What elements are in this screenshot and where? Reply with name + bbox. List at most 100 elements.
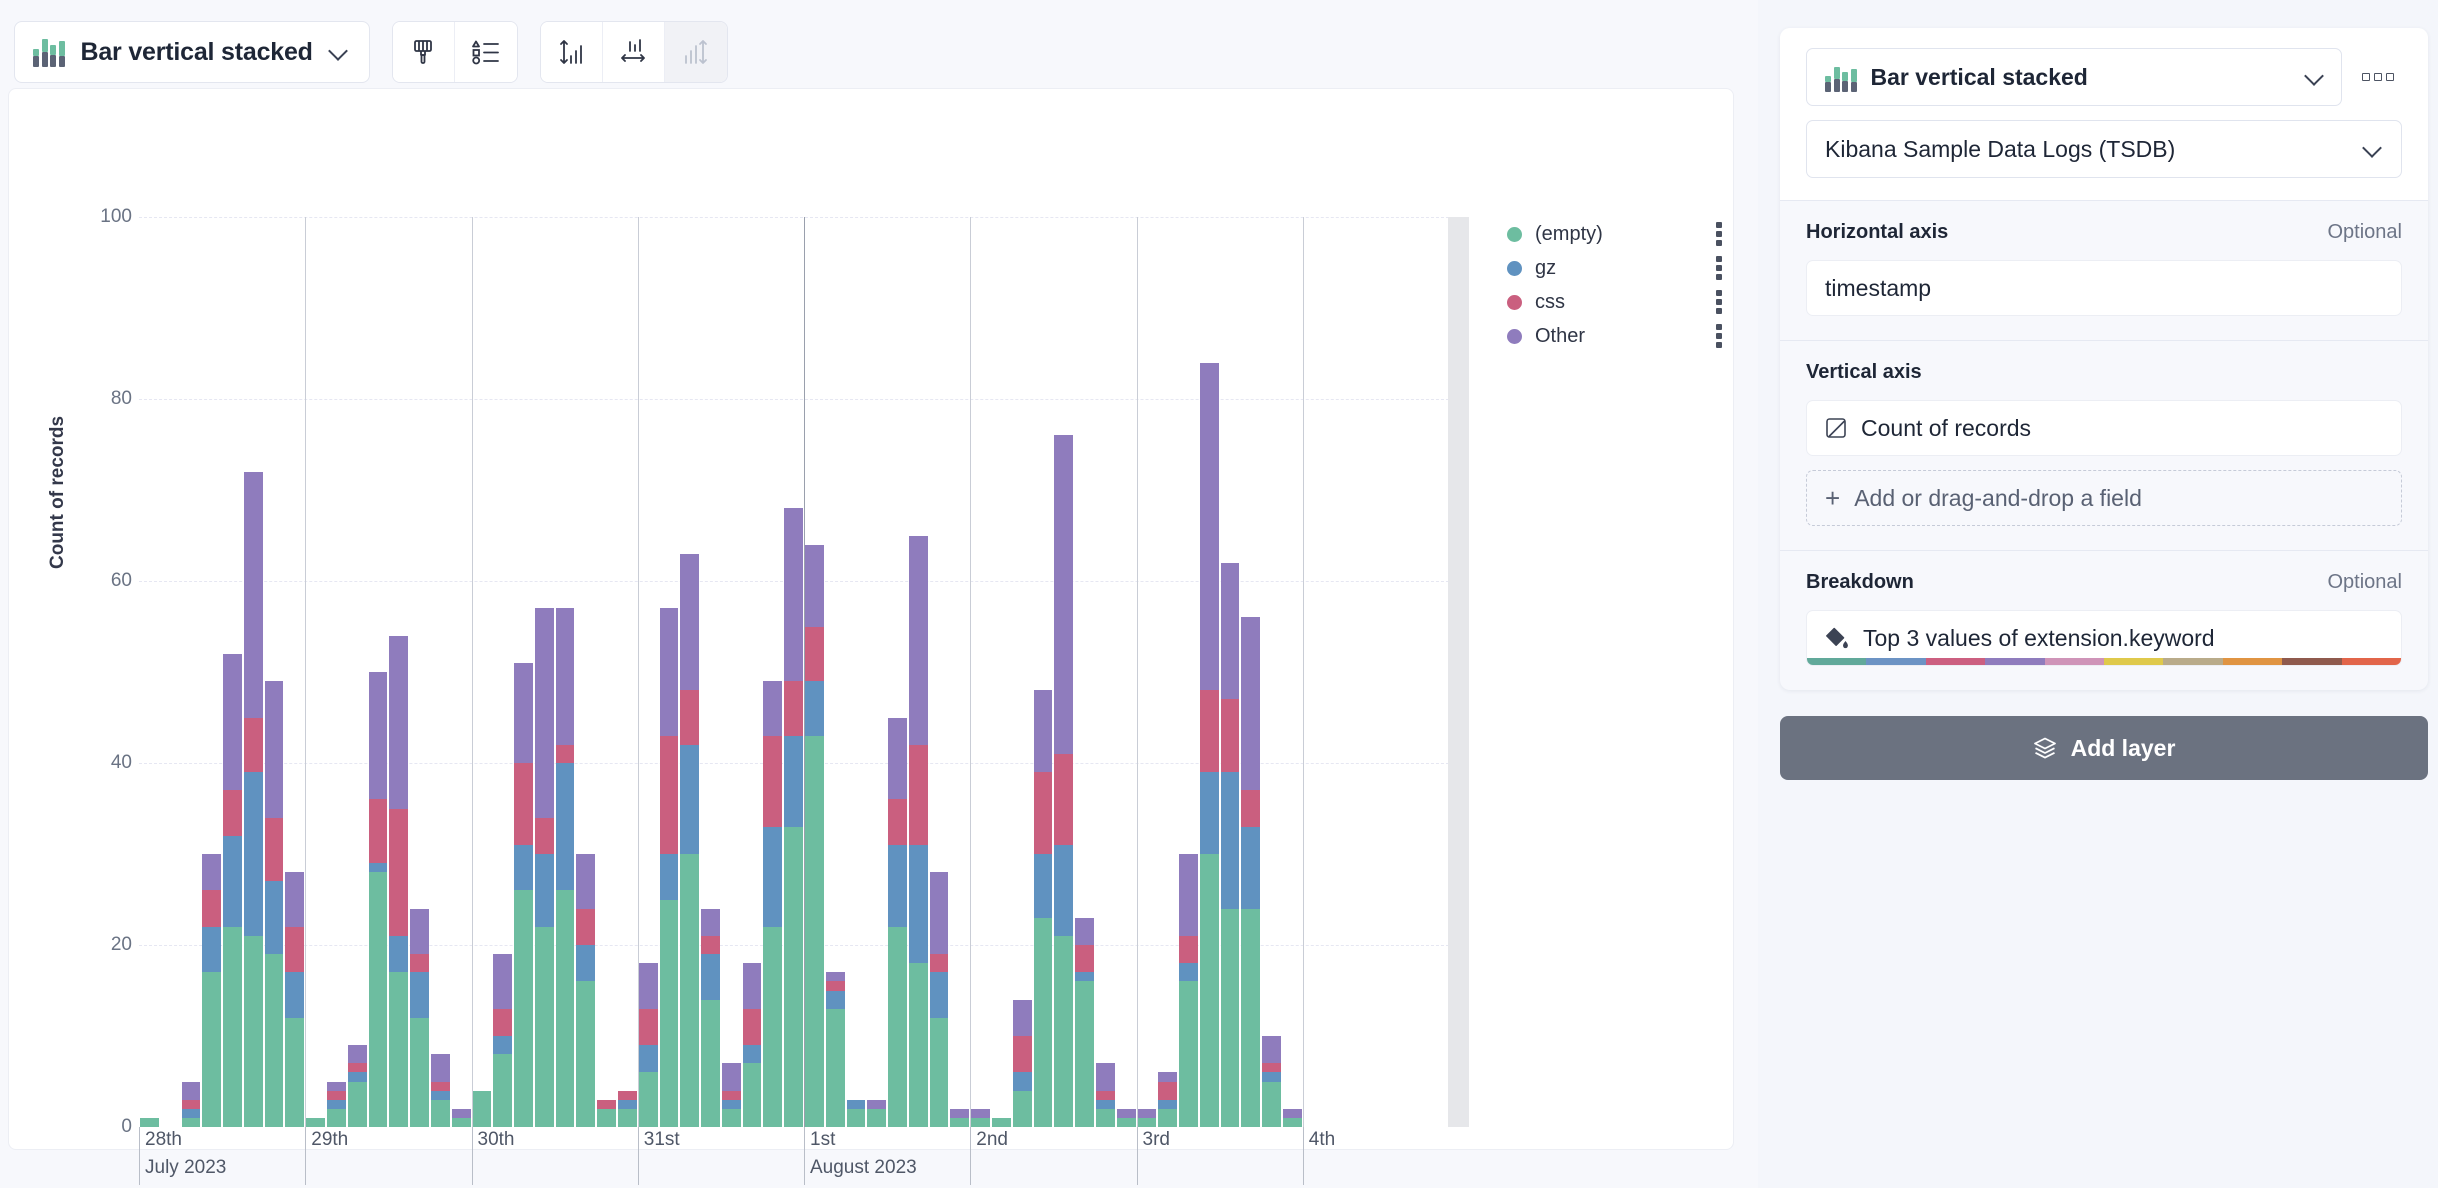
bar-segment[interactable]	[929, 972, 949, 1018]
bar-segment[interactable]	[1179, 963, 1198, 982]
bar-segment[interactable]	[368, 799, 388, 864]
visual-options-button[interactable]	[392, 22, 455, 82]
bar-segment[interactable]	[680, 744, 700, 854]
legend-item[interactable]: (empty)	[1507, 217, 1722, 251]
bar-segment[interactable]	[950, 1117, 970, 1127]
bar-segment[interactable]	[825, 972, 845, 982]
bar-segment[interactable]	[243, 717, 263, 773]
bar-stack[interactable]	[1303, 217, 1324, 1127]
bar-stack[interactable]	[1199, 217, 1220, 1127]
bar-segment[interactable]	[368, 863, 388, 873]
bar-segment[interactable]	[659, 854, 679, 900]
bar-segment[interactable]	[514, 890, 533, 1127]
bar-segment[interactable]	[1262, 1036, 1281, 1064]
bar-segment[interactable]	[514, 662, 533, 764]
bar-segment[interactable]	[555, 744, 575, 764]
bar-segment[interactable]	[368, 872, 388, 1127]
bar-stack[interactable]	[825, 217, 846, 1127]
bar-segment[interactable]	[763, 735, 783, 827]
bar-stack[interactable]	[908, 217, 929, 1127]
bar-segment[interactable]	[410, 1017, 429, 1127]
bar-segment[interactable]	[285, 926, 305, 973]
bar-segment[interactable]	[368, 672, 388, 800]
bar-segment[interactable]	[181, 1117, 201, 1127]
bar-segment[interactable]	[243, 935, 263, 1127]
bar-segment[interactable]	[1179, 935, 1198, 964]
bar-segment[interactable]	[1241, 908, 1261, 1127]
legend-item[interactable]: Other	[1507, 319, 1722, 353]
bar-segment[interactable]	[846, 1099, 866, 1109]
chart-type-switcher[interactable]: Bar vertical stacked	[14, 21, 370, 83]
bar-segment[interactable]	[555, 890, 575, 1127]
bar-segment[interactable]	[1158, 1081, 1178, 1100]
bar-stack[interactable]	[804, 217, 825, 1127]
bar-segment[interactable]	[243, 471, 263, 718]
bar-stack[interactable]	[1012, 217, 1033, 1127]
bar-segment[interactable]	[867, 1099, 887, 1109]
bar-segment[interactable]	[1199, 772, 1219, 854]
bar-stack[interactable]	[1033, 217, 1054, 1127]
bar-segment[interactable]	[285, 1017, 305, 1127]
bar-stack[interactable]	[1220, 217, 1241, 1127]
bar-segment[interactable]	[1075, 917, 1094, 946]
bar-segment[interactable]	[285, 872, 305, 927]
bar-stack[interactable]	[1261, 217, 1282, 1127]
bar-segment[interactable]	[327, 1090, 346, 1100]
bar-segment[interactable]	[493, 954, 513, 1009]
bar-segment[interactable]	[1095, 1090, 1115, 1100]
bar-segment[interactable]	[617, 1090, 637, 1100]
bar-segment[interactable]	[493, 1054, 513, 1127]
bar-segment[interactable]	[181, 1099, 201, 1109]
bar-stack[interactable]	[638, 217, 659, 1127]
bar-stack[interactable]	[762, 217, 783, 1127]
bar-segment[interactable]	[1199, 362, 1219, 691]
bar-segment[interactable]	[264, 954, 284, 1127]
bar-segment[interactable]	[327, 1108, 346, 1127]
legend-item[interactable]: css	[1507, 285, 1722, 319]
bar-segment[interactable]	[140, 1117, 159, 1127]
bar-segment[interactable]	[181, 1081, 201, 1100]
bar-segment[interactable]	[659, 735, 679, 854]
bar-segment[interactable]	[1033, 772, 1053, 855]
bar-segment[interactable]	[202, 926, 222, 973]
bar-segment[interactable]	[971, 1108, 991, 1118]
bar-segment[interactable]	[389, 935, 409, 973]
bar-segment[interactable]	[410, 972, 429, 1018]
bar-segment[interactable]	[597, 1099, 616, 1109]
bar-stack[interactable]	[347, 217, 368, 1127]
bar-segment[interactable]	[888, 799, 907, 845]
bar-segment[interactable]	[1075, 972, 1094, 982]
bar-stack[interactable]	[1053, 217, 1074, 1127]
bar-segment[interactable]	[742, 1008, 762, 1046]
bar-segment[interactable]	[1241, 790, 1261, 827]
vertical-axis-add-field[interactable]: + Add or drag-and-drop a field	[1806, 470, 2402, 526]
bar-segment[interactable]	[638, 1008, 658, 1046]
legend-item-actions-icon[interactable]	[1716, 256, 1722, 280]
bar-segment[interactable]	[1012, 1036, 1032, 1073]
layer-actions-button[interactable]	[2354, 65, 2402, 89]
bar-segment[interactable]	[1158, 1099, 1178, 1109]
bar-segment[interactable]	[908, 844, 928, 964]
bar-segment[interactable]	[1199, 854, 1219, 1127]
horizontal-axis-field[interactable]: timestamp	[1806, 260, 2402, 316]
bar-segment[interactable]	[721, 1090, 741, 1100]
bar-stack[interactable]	[991, 217, 1012, 1127]
bar-segment[interactable]	[805, 544, 824, 627]
breakdown-field[interactable]: Top 3 values of extension.keyword	[1806, 610, 2402, 666]
bar-stack[interactable]	[1324, 217, 1345, 1127]
bar-stack[interactable]	[368, 217, 389, 1127]
bar-segment[interactable]	[742, 1063, 762, 1127]
bar-stack[interactable]	[451, 217, 472, 1127]
bar-segment[interactable]	[555, 608, 575, 745]
bar-stack[interactable]	[264, 217, 285, 1127]
bar-stack[interactable]	[1116, 217, 1137, 1127]
bar-segment[interactable]	[805, 735, 824, 1127]
bar-segment[interactable]	[264, 881, 284, 955]
bar-segment[interactable]	[908, 744, 928, 845]
bar-stack[interactable]	[1074, 217, 1095, 1127]
legend-options-button[interactable]	[454, 22, 517, 82]
bar-segment[interactable]	[347, 1081, 367, 1127]
bar-segment[interactable]	[534, 608, 554, 818]
legend-item-actions-icon[interactable]	[1716, 324, 1722, 348]
bottom-axis-options-button[interactable]	[602, 22, 665, 82]
